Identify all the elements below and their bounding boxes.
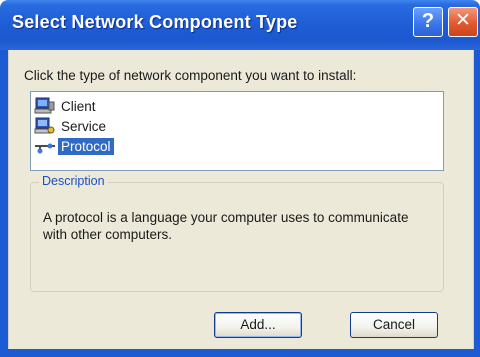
instruction-label: Click the type of network component you …: [24, 68, 357, 83]
close-button[interactable]: ✕: [448, 7, 478, 37]
list-item-label: Client: [61, 98, 96, 114]
add-button[interactable]: Add...: [214, 312, 302, 338]
window-frame-left: [0, 50, 8, 357]
help-button[interactable]: ?: [413, 7, 443, 37]
list-item-service[interactable]: Service: [34, 116, 109, 136]
client-computer-icon: [34, 97, 56, 115]
title-bar[interactable]: Select Network Component Type ? ✕: [0, 0, 480, 50]
dialog-window: Select Network Component Type ? ✕ Click …: [0, 0, 480, 357]
service-computer-icon: [34, 117, 56, 135]
cancel-button[interactable]: Cancel: [350, 312, 438, 338]
dialog-title: Select Network Component Type: [12, 12, 298, 32]
window-frame-bottom: [0, 349, 480, 357]
component-list[interactable]: Client Service Protocol: [30, 91, 444, 171]
protocol-network-icon: [34, 137, 56, 155]
list-item-label: Protocol: [58, 137, 114, 155]
description-legend: Description: [39, 174, 108, 188]
list-item-client[interactable]: Client: [34, 96, 99, 116]
list-item-protocol[interactable]: Protocol: [34, 136, 114, 156]
description-text: A protocol is a language your computer u…: [43, 210, 409, 242]
description-group: Description A protocol is a language you…: [30, 174, 444, 292]
list-item-label: Service: [61, 118, 107, 134]
